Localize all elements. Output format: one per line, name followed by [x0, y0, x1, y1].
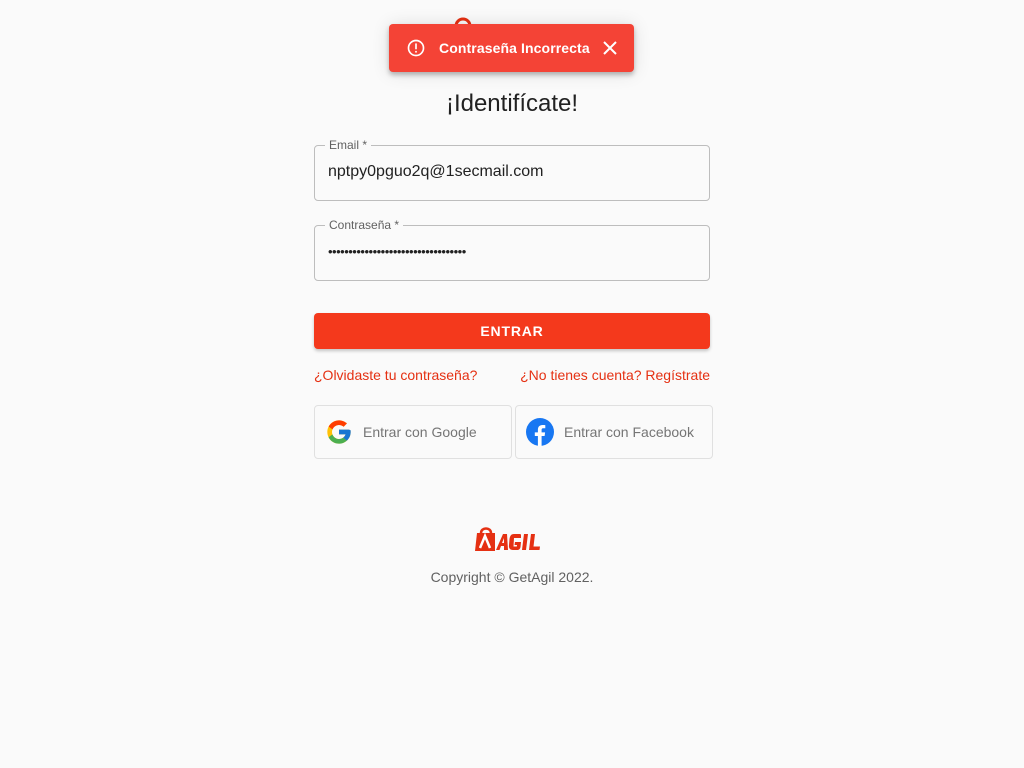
- email-value[interactable]: nptpy0pguo2q@1secmail.com: [328, 163, 543, 181]
- facebook-icon: [526, 418, 554, 446]
- password-value[interactable]: ••••••••••••••••••••••••••••••••••: [328, 244, 466, 259]
- forgot-password-link[interactable]: ¿Olvidaste tu contraseña?: [314, 367, 477, 383]
- password-label: Contraseña *: [325, 218, 404, 232]
- copyright-text: Copyright © GetAgil 2022.: [430, 569, 594, 585]
- facebook-login-button[interactable]: Entrar con Facebook: [515, 405, 713, 459]
- password-field[interactable]: Contraseña * •••••••••••••••••••••••••••…: [314, 218, 710, 281]
- snackbar-message: Contraseña Incorrecta: [439, 40, 590, 56]
- agil-logo: [475, 527, 540, 551]
- google-icon: [325, 418, 353, 446]
- login-button[interactable]: Entrar: [314, 313, 710, 349]
- register-link[interactable]: ¿No tienes cuenta? Regístrate: [520, 367, 710, 383]
- login-page: Contraseña Incorrecta ¡Identifícate! Ema…: [0, 0, 1024, 768]
- email-field[interactable]: Email * nptpy0pguo2q@1secmail.com: [314, 138, 710, 201]
- page-title: ¡Identifícate!: [445, 90, 579, 117]
- email-label: Email *: [325, 138, 372, 152]
- error-snackbar: Contraseña Incorrecta: [389, 24, 634, 72]
- google-login-button[interactable]: Entrar con Google: [314, 405, 512, 459]
- facebook-login-label: Entrar con Facebook: [564, 424, 694, 440]
- google-login-label: Entrar con Google: [363, 424, 477, 440]
- close-icon[interactable]: [598, 36, 622, 60]
- alert-circle-icon: [405, 37, 427, 59]
